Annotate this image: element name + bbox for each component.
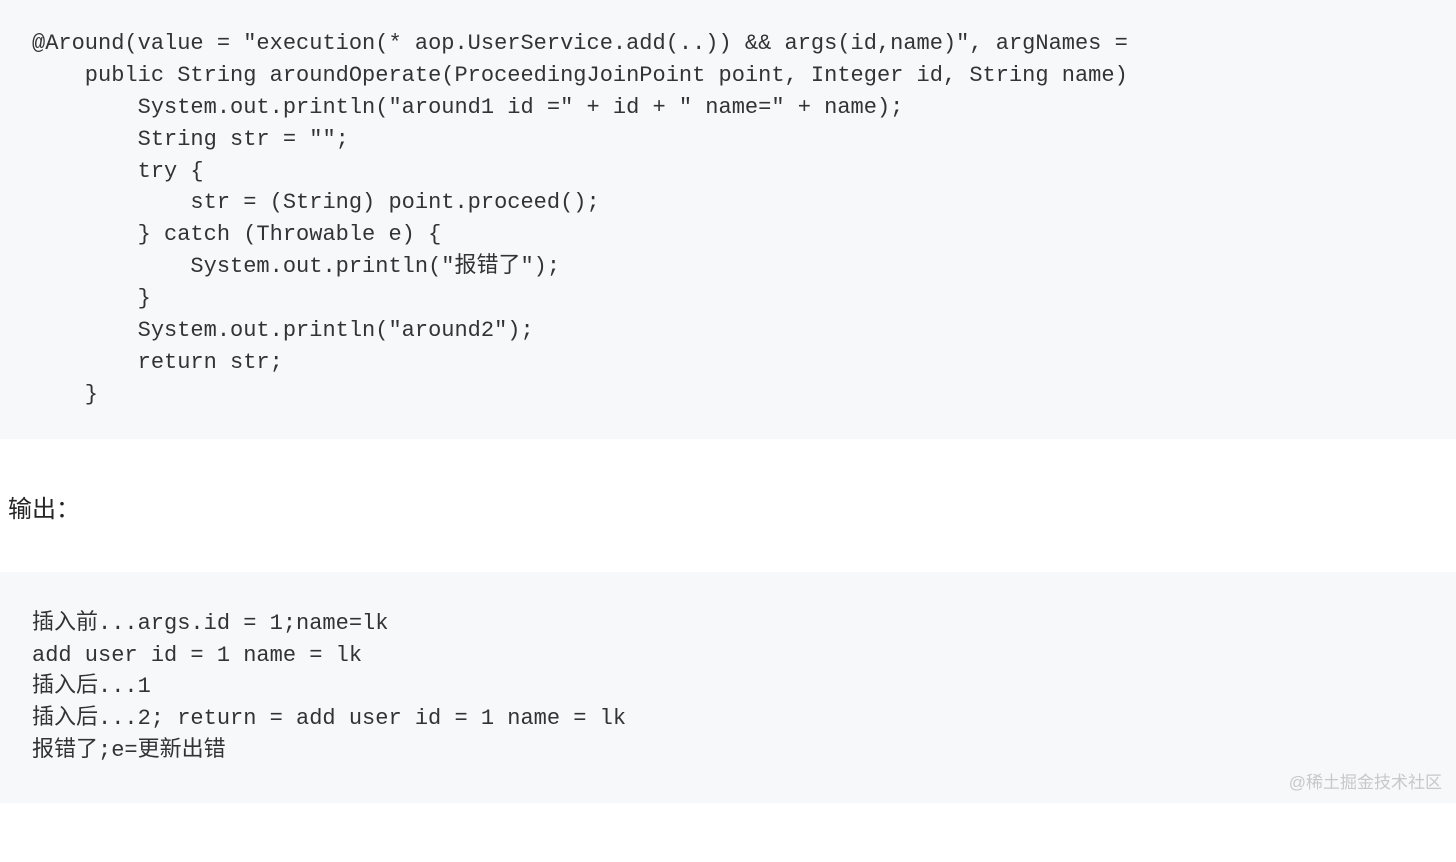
code-line: public String aroundOperate(ProceedingJo… xyxy=(32,63,1128,88)
code-line: str = (String) point.proceed(); xyxy=(32,190,600,215)
output-line: 报错了;e=更新出错 xyxy=(32,738,226,763)
code-line: try { xyxy=(32,159,204,184)
output-line: add user id = 1 name = lk xyxy=(32,643,362,668)
output-line: 插入前...args.id = 1;name=lk xyxy=(32,611,388,636)
code-line: System.out.println("报错了"); xyxy=(32,254,560,279)
code-line: } xyxy=(32,286,151,311)
code-line: return str; xyxy=(32,350,283,375)
watermark-text: @稀土掘金技术社区 xyxy=(1289,771,1442,796)
code-line: } xyxy=(32,382,98,407)
code-line: @Around(value = "execution(* aop.UserSer… xyxy=(32,31,1128,56)
code-line: String str = ""; xyxy=(32,127,349,152)
code-line: System.out.println("around2"); xyxy=(32,318,534,343)
code-line: } catch (Throwable e) { xyxy=(32,222,441,247)
code-block-java: @Around(value = "execution(* aop.UserSer… xyxy=(0,0,1456,439)
code-line: System.out.println("around1 id =" + id +… xyxy=(32,95,903,120)
output-block: 插入前...args.id = 1;name=lk add user id = … xyxy=(0,572,1456,803)
output-label: 输出： xyxy=(0,439,1456,572)
output-line: 插入后...1 xyxy=(32,674,151,699)
output-line: 插入后...2; return = add user id = 1 name =… xyxy=(32,706,626,731)
